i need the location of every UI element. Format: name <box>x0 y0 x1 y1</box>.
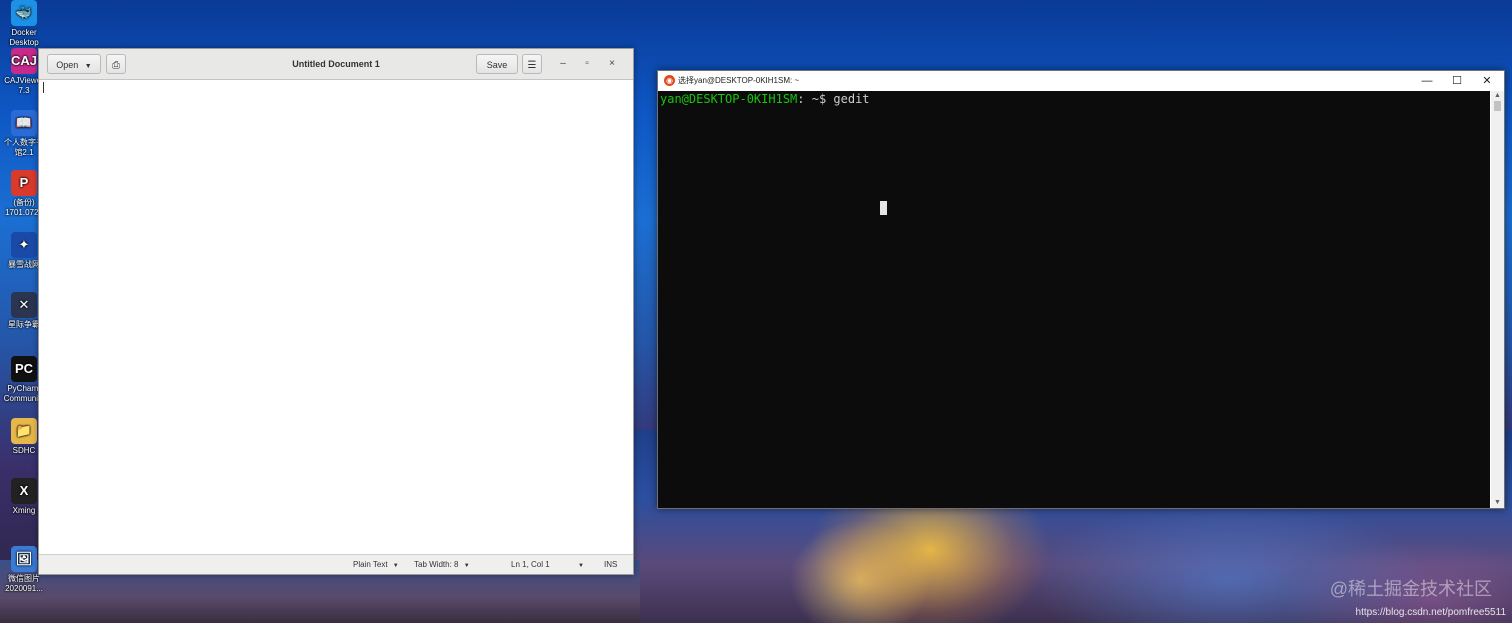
xming-icon: X <box>11 478 37 504</box>
scroll-up-icon[interactable]: ▲ <box>1491 91 1504 101</box>
command-text: gedit <box>833 92 870 106</box>
save-button[interactable]: Save <box>476 54 518 74</box>
battlenet-icon: ✦ <box>11 232 37 258</box>
desktop-icon-label: 微信图片 2020091... <box>5 574 43 593</box>
watermark-brand: @稀土掘金技术社区 <box>1329 579 1492 599</box>
terminal-scrollbar[interactable]: ▲ ▼ <box>1491 91 1504 508</box>
terminal-cursor <box>880 201 887 215</box>
image-file-icon: 🖼 <box>11 546 37 572</box>
new-document-icon: ⎙ <box>112 60 120 71</box>
desktop-icon-label: Docker Desktop <box>9 28 39 47</box>
folder-icon: 📁 <box>11 418 37 444</box>
ubuntu-icon: ◉ <box>664 75 675 86</box>
docker-icon: 🐳 <box>11 0 37 26</box>
text-cursor <box>43 82 44 93</box>
open-button-label: Open <box>56 60 79 70</box>
terminal-title: 选择yan@DESKTOP-0KIH1SM: ~ <box>678 76 800 85</box>
document-title: Untitled Document 1 <box>292 59 380 69</box>
maximize-icon: ☐ <box>1452 75 1462 87</box>
save-button-label: Save <box>486 60 508 70</box>
gedit-window: Open ▼ ⎙ Untitled Document 1 Save ☰ – ▫ … <box>38 48 634 575</box>
cursor-position-label: Ln 1, Col 1 <box>511 560 550 569</box>
maximize-icon: ▫ <box>585 58 589 69</box>
open-button[interactable]: Open ▼ <box>47 54 101 74</box>
hamburger-menu-icon: ☰ <box>527 60 537 71</box>
desktop-icon[interactable]: 🐳 Docker Desktop <box>2 0 46 48</box>
desktop-icon-label: Xming <box>12 506 36 515</box>
close-button[interactable]: × <box>605 57 619 71</box>
terminal-maximize-button[interactable]: ☐ <box>1442 71 1472 91</box>
new-tab-button[interactable]: ⎙ <box>106 54 126 74</box>
pycharm-icon: PC <box>11 356 37 382</box>
close-icon: × <box>609 58 615 69</box>
insert-mode-indicator: INS <box>604 560 618 569</box>
minimize-icon: — <box>1421 75 1433 87</box>
chevron-down-icon: ▼ <box>577 563 584 569</box>
pdf-document-icon: P <box>11 170 37 196</box>
language-selector[interactable]: Plain Text ▼ <box>353 555 399 574</box>
terminal-titlebar: ◉ 选择yan@DESKTOP-0KIH1SM: ~ — ☐ ✕ <box>658 71 1504 91</box>
terminal-window: ◉ 选择yan@DESKTOP-0KIH1SM: ~ — ☐ ✕ yan@DES… <box>657 70 1505 509</box>
chevron-down-icon: ▼ <box>84 63 92 70</box>
prompt-line: yan@DESKTOP-0KIH1SM: ~$ gedit <box>660 92 870 106</box>
chevron-down-icon: ▼ <box>463 563 470 569</box>
menu-button[interactable]: ☰ <box>522 54 542 74</box>
desktop-icon-label: SDHC <box>12 446 36 455</box>
prompt-path: : ~$ <box>797 92 834 106</box>
close-icon: ✕ <box>1482 75 1492 87</box>
terminal-minimize-button[interactable]: — <box>1412 71 1442 91</box>
desktop-icon-label: 星际争霸 <box>8 320 40 329</box>
gedit-headerbar: Open ▼ ⎙ Untitled Document 1 Save ☰ – ▫ … <box>39 49 633 80</box>
watermark-url: https://blog.csdn.net/pomfree5511 <box>1355 607 1506 618</box>
terminal-close-button[interactable]: ✕ <box>1472 71 1502 91</box>
language-label: Plain Text <box>353 560 388 569</box>
chevron-down-icon: ▼ <box>392 563 399 569</box>
terminal-console[interactable]: yan@DESKTOP-0KIH1SM: ~$ gedit <box>658 91 1490 508</box>
text-editor-area[interactable] <box>39 80 633 555</box>
tab-width-label: Tab Width: 8 <box>414 560 459 569</box>
minimize-button[interactable]: – <box>556 57 570 71</box>
cursor-position[interactable]: Ln 1, Col 1 ▼ <box>511 555 584 574</box>
maximize-button[interactable]: ▫ <box>580 57 594 71</box>
gedit-statusbar: Plain Text ▼ Tab Width: 8 ▼ Ln 1, Col 1 … <box>39 554 633 574</box>
scroll-down-icon[interactable]: ▼ <box>1491 498 1504 508</box>
scrollbar-thumb[interactable] <box>1494 101 1501 111</box>
cajviewer-icon: CAJ <box>11 48 37 74</box>
starcraft-icon: ✕ <box>11 292 37 318</box>
desktop-icon-label: 暴雪战网 <box>8 260 40 269</box>
prompt-user: yan@DESKTOP-0KIH1SM <box>660 92 798 106</box>
tab-width-selector[interactable]: Tab Width: 8 ▼ <box>414 555 470 574</box>
minimize-icon: – <box>560 58 566 69</box>
library-icon: 📖 <box>11 110 37 136</box>
